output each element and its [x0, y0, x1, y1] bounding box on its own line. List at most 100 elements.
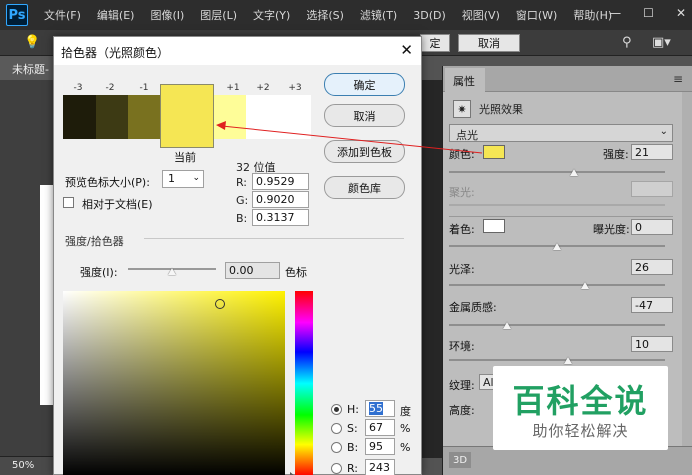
ambience-slider-thumb[interactable]: [563, 357, 572, 364]
swatch-size-select[interactable]: 1 ⌄: [162, 170, 204, 188]
tab-properties[interactable]: 属性: [445, 68, 485, 92]
brightness-field[interactable]: 95: [365, 438, 395, 455]
saturation-radio[interactable]: [331, 423, 342, 434]
intensity-slider-thumb[interactable]: [570, 169, 579, 176]
red-int-field[interactable]: 243: [365, 459, 395, 475]
hue-label: H:: [347, 403, 359, 416]
menu-file[interactable]: 文件(F): [44, 7, 81, 23]
current-color-swatch[interactable]: [160, 84, 214, 148]
close-window-icon[interactable]: ✕: [676, 6, 686, 20]
color-picker-dialog: 拾色器（光照颜色） ✕ -3 -2 -1 +1 +2 +3 当前 确定 取消 添…: [53, 36, 422, 475]
zoom-level[interactable]: 50%: [0, 456, 55, 475]
ramp-swatch-minus3[interactable]: [63, 95, 96, 139]
brightness-radio[interactable]: [331, 442, 342, 453]
red-field[interactable]: 0.9529: [252, 173, 309, 190]
chevron-down-icon: ⌄: [659, 126, 668, 137]
properties-tabbar: 属性 ≡: [443, 66, 692, 92]
relative-to-document-checkbox[interactable]: [63, 197, 74, 208]
coloring-label: 着色:: [449, 223, 475, 236]
section-divider: [449, 216, 673, 217]
ramp-swatch-plus3[interactable]: [278, 95, 311, 139]
properties-scrollbar[interactable]: [682, 92, 692, 462]
saturation-unit: %: [400, 422, 411, 435]
color-libraries-button[interactable]: 颜色库: [324, 176, 405, 199]
search-icon[interactable]: ⚲: [622, 35, 632, 50]
properties-header-label: 光照效果: [479, 103, 523, 116]
exposure-input[interactable]: 0: [631, 219, 673, 235]
gloss-input[interactable]: 26: [631, 259, 673, 275]
blue-label: B:: [236, 212, 248, 225]
exposure-slider-thumb[interactable]: [553, 243, 561, 250]
relative-to-document-label: 相对于文档(E): [82, 198, 153, 211]
section-label: 强度/拾色器: [65, 235, 124, 248]
green-field[interactable]: 0.9020: [252, 191, 309, 208]
menu-edit[interactable]: 编辑(E): [97, 7, 135, 23]
add-to-swatches-button[interactable]: 添加到色板: [324, 140, 405, 163]
ok-button[interactable]: 确定: [324, 73, 405, 96]
ramp-swatch-plus2[interactable]: [246, 95, 278, 139]
light-type-dropdown[interactable]: 点光 ⌄: [449, 124, 673, 142]
coloring-swatch[interactable]: [483, 219, 505, 233]
menu-select[interactable]: 选择(S): [306, 7, 344, 23]
hotspot-input[interactable]: [631, 181, 673, 197]
minimize-icon[interactable]: —: [609, 6, 621, 20]
ramp-label: -2: [105, 83, 115, 93]
ambience-slider[interactable]: [449, 359, 665, 361]
intensity-slider-thumb[interactable]: [168, 268, 176, 275]
hue-field[interactable]: 55: [365, 400, 395, 417]
close-icon[interactable]: ✕: [400, 41, 413, 59]
panel-menu-icon[interactable]: ≡: [673, 72, 683, 86]
lightbulb-icon[interactable]: 💡: [24, 35, 40, 50]
ramp-swatch-minus1[interactable]: [128, 95, 160, 139]
menu-3d[interactable]: 3D(D): [413, 9, 446, 22]
saturation-field[interactable]: 67: [365, 419, 395, 436]
menu-image[interactable]: 图像(I): [150, 7, 184, 23]
intensity-input[interactable]: 21: [631, 144, 673, 160]
ramp-swatch-plus1[interactable]: [214, 95, 246, 139]
saturation-label: S:: [347, 422, 358, 435]
menu-help[interactable]: 帮助(H): [573, 7, 612, 23]
light-effects-icon: ✷: [453, 100, 471, 118]
intensity-slider[interactable]: [449, 171, 665, 173]
ambience-input[interactable]: 10: [631, 336, 673, 352]
menu-layer[interactable]: 图层(L): [200, 7, 237, 23]
color-field[interactable]: [63, 291, 285, 475]
gloss-slider[interactable]: [449, 284, 665, 286]
menu-type[interactable]: 文字(Y): [253, 7, 290, 23]
hotspot-slider[interactable]: [449, 204, 665, 206]
blue-field[interactable]: 0.3137: [252, 209, 309, 226]
hue-radio[interactable]: [331, 404, 342, 415]
metallic-input[interactable]: -47: [631, 297, 673, 313]
maximize-icon[interactable]: ☐: [643, 6, 654, 20]
intensity-label: 强度(I):: [80, 266, 118, 279]
gloss-slider-thumb[interactable]: [581, 282, 590, 289]
footer-3d-tab[interactable]: 3D: [449, 452, 471, 468]
workspace-icon[interactable]: ▣▾: [652, 35, 671, 50]
menu-window[interactable]: 窗口(W): [516, 7, 557, 23]
gloss-label: 光泽:: [449, 263, 475, 276]
ramp-swatch-minus2[interactable]: [96, 95, 128, 139]
ramp-label: +1: [226, 83, 240, 93]
light-color-swatch[interactable]: [483, 145, 505, 159]
document-tab[interactable]: 未标题-: [0, 56, 55, 80]
red-radio[interactable]: [331, 463, 342, 474]
intensity-field[interactable]: 0.00: [225, 262, 280, 279]
options-ok-button[interactable]: 定: [420, 34, 450, 52]
intensity-label: 强度:: [603, 148, 629, 161]
metallic-slider-thumb[interactable]: [503, 322, 512, 329]
cancel-button[interactable]: 取消: [324, 104, 405, 127]
metallic-slider[interactable]: [449, 324, 665, 326]
color-field-cursor[interactable]: [215, 299, 225, 309]
options-cancel-button[interactable]: 取消: [458, 34, 520, 52]
ambience-label: 环境:: [449, 340, 475, 353]
red-label: R:: [236, 176, 248, 189]
swatch-size-label: 预览色标大小(P):: [65, 176, 150, 189]
metallic-label: 金属质感:: [449, 301, 497, 314]
watermark-subtitle: 助你轻松解决: [532, 422, 629, 440]
menu-view[interactable]: 视图(V): [462, 7, 500, 23]
texture-label: 纹理:: [449, 379, 475, 392]
menu-filter[interactable]: 滤镜(T): [360, 7, 397, 23]
brightness-unit: %: [400, 441, 411, 454]
hue-slider[interactable]: [295, 291, 313, 475]
light-type-value: 点光: [456, 129, 478, 142]
